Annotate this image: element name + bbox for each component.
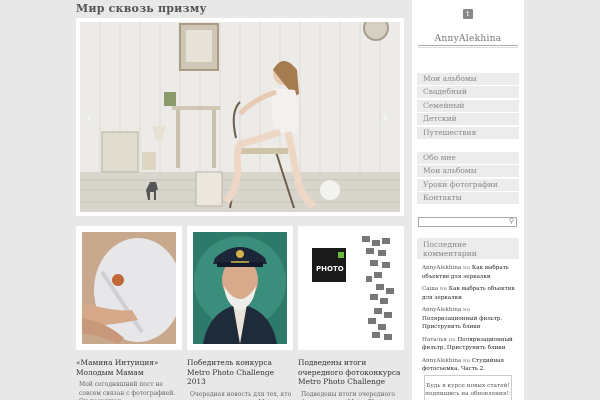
list-item: AnnyAlekhina на Студийная фотосъемка. Ча… (422, 357, 518, 374)
slider-next-icon[interactable]: › (382, 110, 388, 126)
post-title[interactable]: «Мамина Интуиция» Молодым Мамам (76, 358, 182, 377)
search-box: ⚲ (418, 217, 517, 236)
post-thumbnail[interactable] (76, 226, 182, 350)
menu-item-family[interactable]: Семейный (417, 99, 519, 112)
image-slider[interactable]: ‹ › (76, 18, 404, 216)
menu-item-my-albums[interactable]: Мои альбомы (417, 73, 519, 85)
albums-menu: Мои альбомы Свадебный Семейный Детский П… (417, 73, 519, 140)
post-excerpt: Мой сегодняшний пост не совсем связан с … (79, 381, 176, 400)
post-card[interactable]: PHOTO Подведены итоги очередного фотокон… (298, 226, 404, 400)
post-grid: «Мамина Интуиция» Молодым Мамам Мой сего… (76, 226, 404, 400)
comment-author[interactable]: Саша (422, 286, 438, 292)
menu-item-albums[interactable]: Мои альбомы (417, 165, 519, 178)
menu-item-travel[interactable]: Путешествия (417, 126, 519, 139)
comment-author[interactable]: AnnyAlekhina (422, 265, 461, 271)
subscribe-box[interactable]: Будь в курсе новых статей! подпишись на … (424, 375, 512, 400)
menu-item-lessons[interactable]: Уроки фотографии (417, 178, 519, 191)
username-heading: AnnyAlekhina (434, 34, 502, 44)
slider-image[interactable]: ‹ › (80, 22, 400, 212)
social-icon[interactable]: t (463, 9, 473, 19)
recent-comments-heading: Последние комментарии (417, 238, 519, 259)
captain-portrait-photo (193, 232, 287, 344)
comment-on: на (461, 357, 472, 364)
list-item: AnnyAlekhina на Как выбрать объектив для… (422, 264, 518, 281)
page: Мир сквозь призму ‹ › «Мамина Интуиция» … (0, 0, 600, 400)
page-title[interactable]: Мир сквозь призму (76, 2, 207, 15)
svg-text:PHOTO: PHOTO (316, 265, 344, 273)
search-icon[interactable]: ⚲ (509, 217, 514, 225)
page-background (524, 0, 600, 400)
comment-on: на (461, 307, 471, 313)
list-item: Наталья на Поляризационный фильтр. Прист… (422, 336, 518, 353)
post-card[interactable]: Победитель конкурса Metro Photo Challeng… (187, 226, 293, 400)
menu-item-kids[interactable]: Детский (417, 113, 519, 126)
post-title[interactable]: Подведены итоги очередного фотоконкурса … (298, 358, 404, 387)
photo-challenge-collage: PHOTO (304, 232, 398, 344)
post-card[interactable]: «Мамина Интуиция» Молодым Мамам Мой сего… (76, 226, 182, 400)
pages-menu: Обо мне Мои альбомы Уроки фотографии Кон… (417, 152, 519, 206)
list-item: AnnyAlekhina на Поляризационный фильтр. … (422, 306, 518, 332)
post-excerpt: Очередная новость для тех, кто следит за… (190, 390, 292, 400)
menu-item-wedding[interactable]: Свадебный (417, 86, 519, 99)
pregnant-belly-photo (82, 232, 176, 344)
menu-item-contacts[interactable]: Контакты (417, 192, 519, 205)
post-thumbnail[interactable]: PHOTO (298, 226, 404, 350)
comment-author[interactable]: Наталья (422, 337, 447, 343)
comment-on: на (446, 336, 458, 343)
comment-author[interactable]: AnnyAlekhina (422, 307, 461, 313)
slider-prev-icon[interactable]: ‹ (86, 110, 92, 126)
comment-author[interactable]: AnnyAlekhina (422, 358, 461, 364)
ballerina-photo (80, 22, 400, 212)
menu-item-about[interactable]: Обо мне (417, 152, 519, 164)
search-input[interactable] (419, 228, 504, 236)
divider (418, 45, 518, 46)
post-excerpt: Подведены итоги очередного фотоконкурса … (301, 390, 395, 400)
recent-comments-list: AnnyAlekhina на Как выбрать объектив для… (422, 264, 518, 378)
divider (418, 47, 518, 48)
list-item: Саша на Как выбрать объектив для зеркалк… (422, 285, 518, 302)
comment-post-link[interactable]: Поляризационный фильтр. Приструнить блик… (422, 316, 502, 331)
comment-on: на (438, 286, 449, 292)
comment-on: на (461, 265, 472, 271)
post-title[interactable]: Победитель конкурса Metro Photo Challeng… (187, 358, 293, 387)
post-thumbnail[interactable] (187, 226, 293, 350)
